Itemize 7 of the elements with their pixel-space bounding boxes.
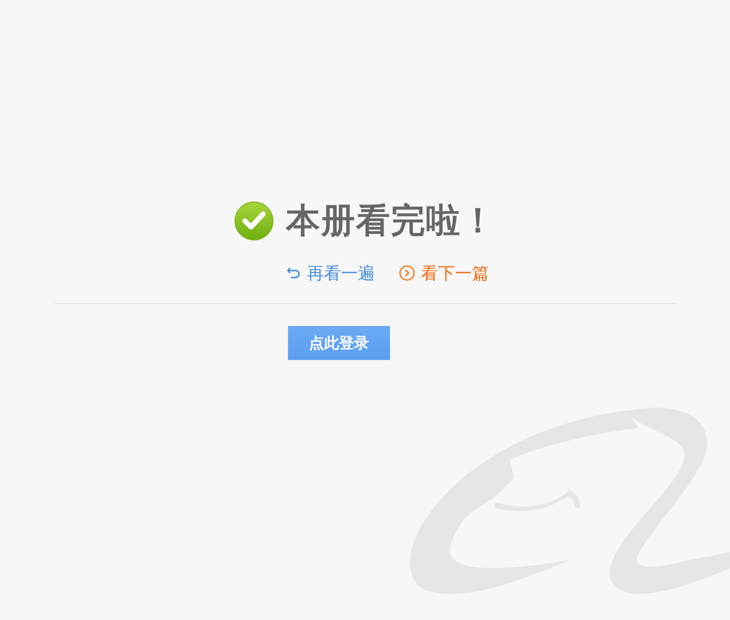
chevron-circle-icon (399, 265, 415, 281)
check-icon (234, 201, 274, 241)
page-title: 本册看完啦！ (286, 200, 496, 243)
next-link[interactable]: 看下一篇 (399, 262, 489, 284)
login-button[interactable]: 点此登录 (288, 326, 390, 360)
undo-icon (287, 266, 301, 280)
replay-link[interactable]: 再看一遍 (287, 262, 375, 284)
